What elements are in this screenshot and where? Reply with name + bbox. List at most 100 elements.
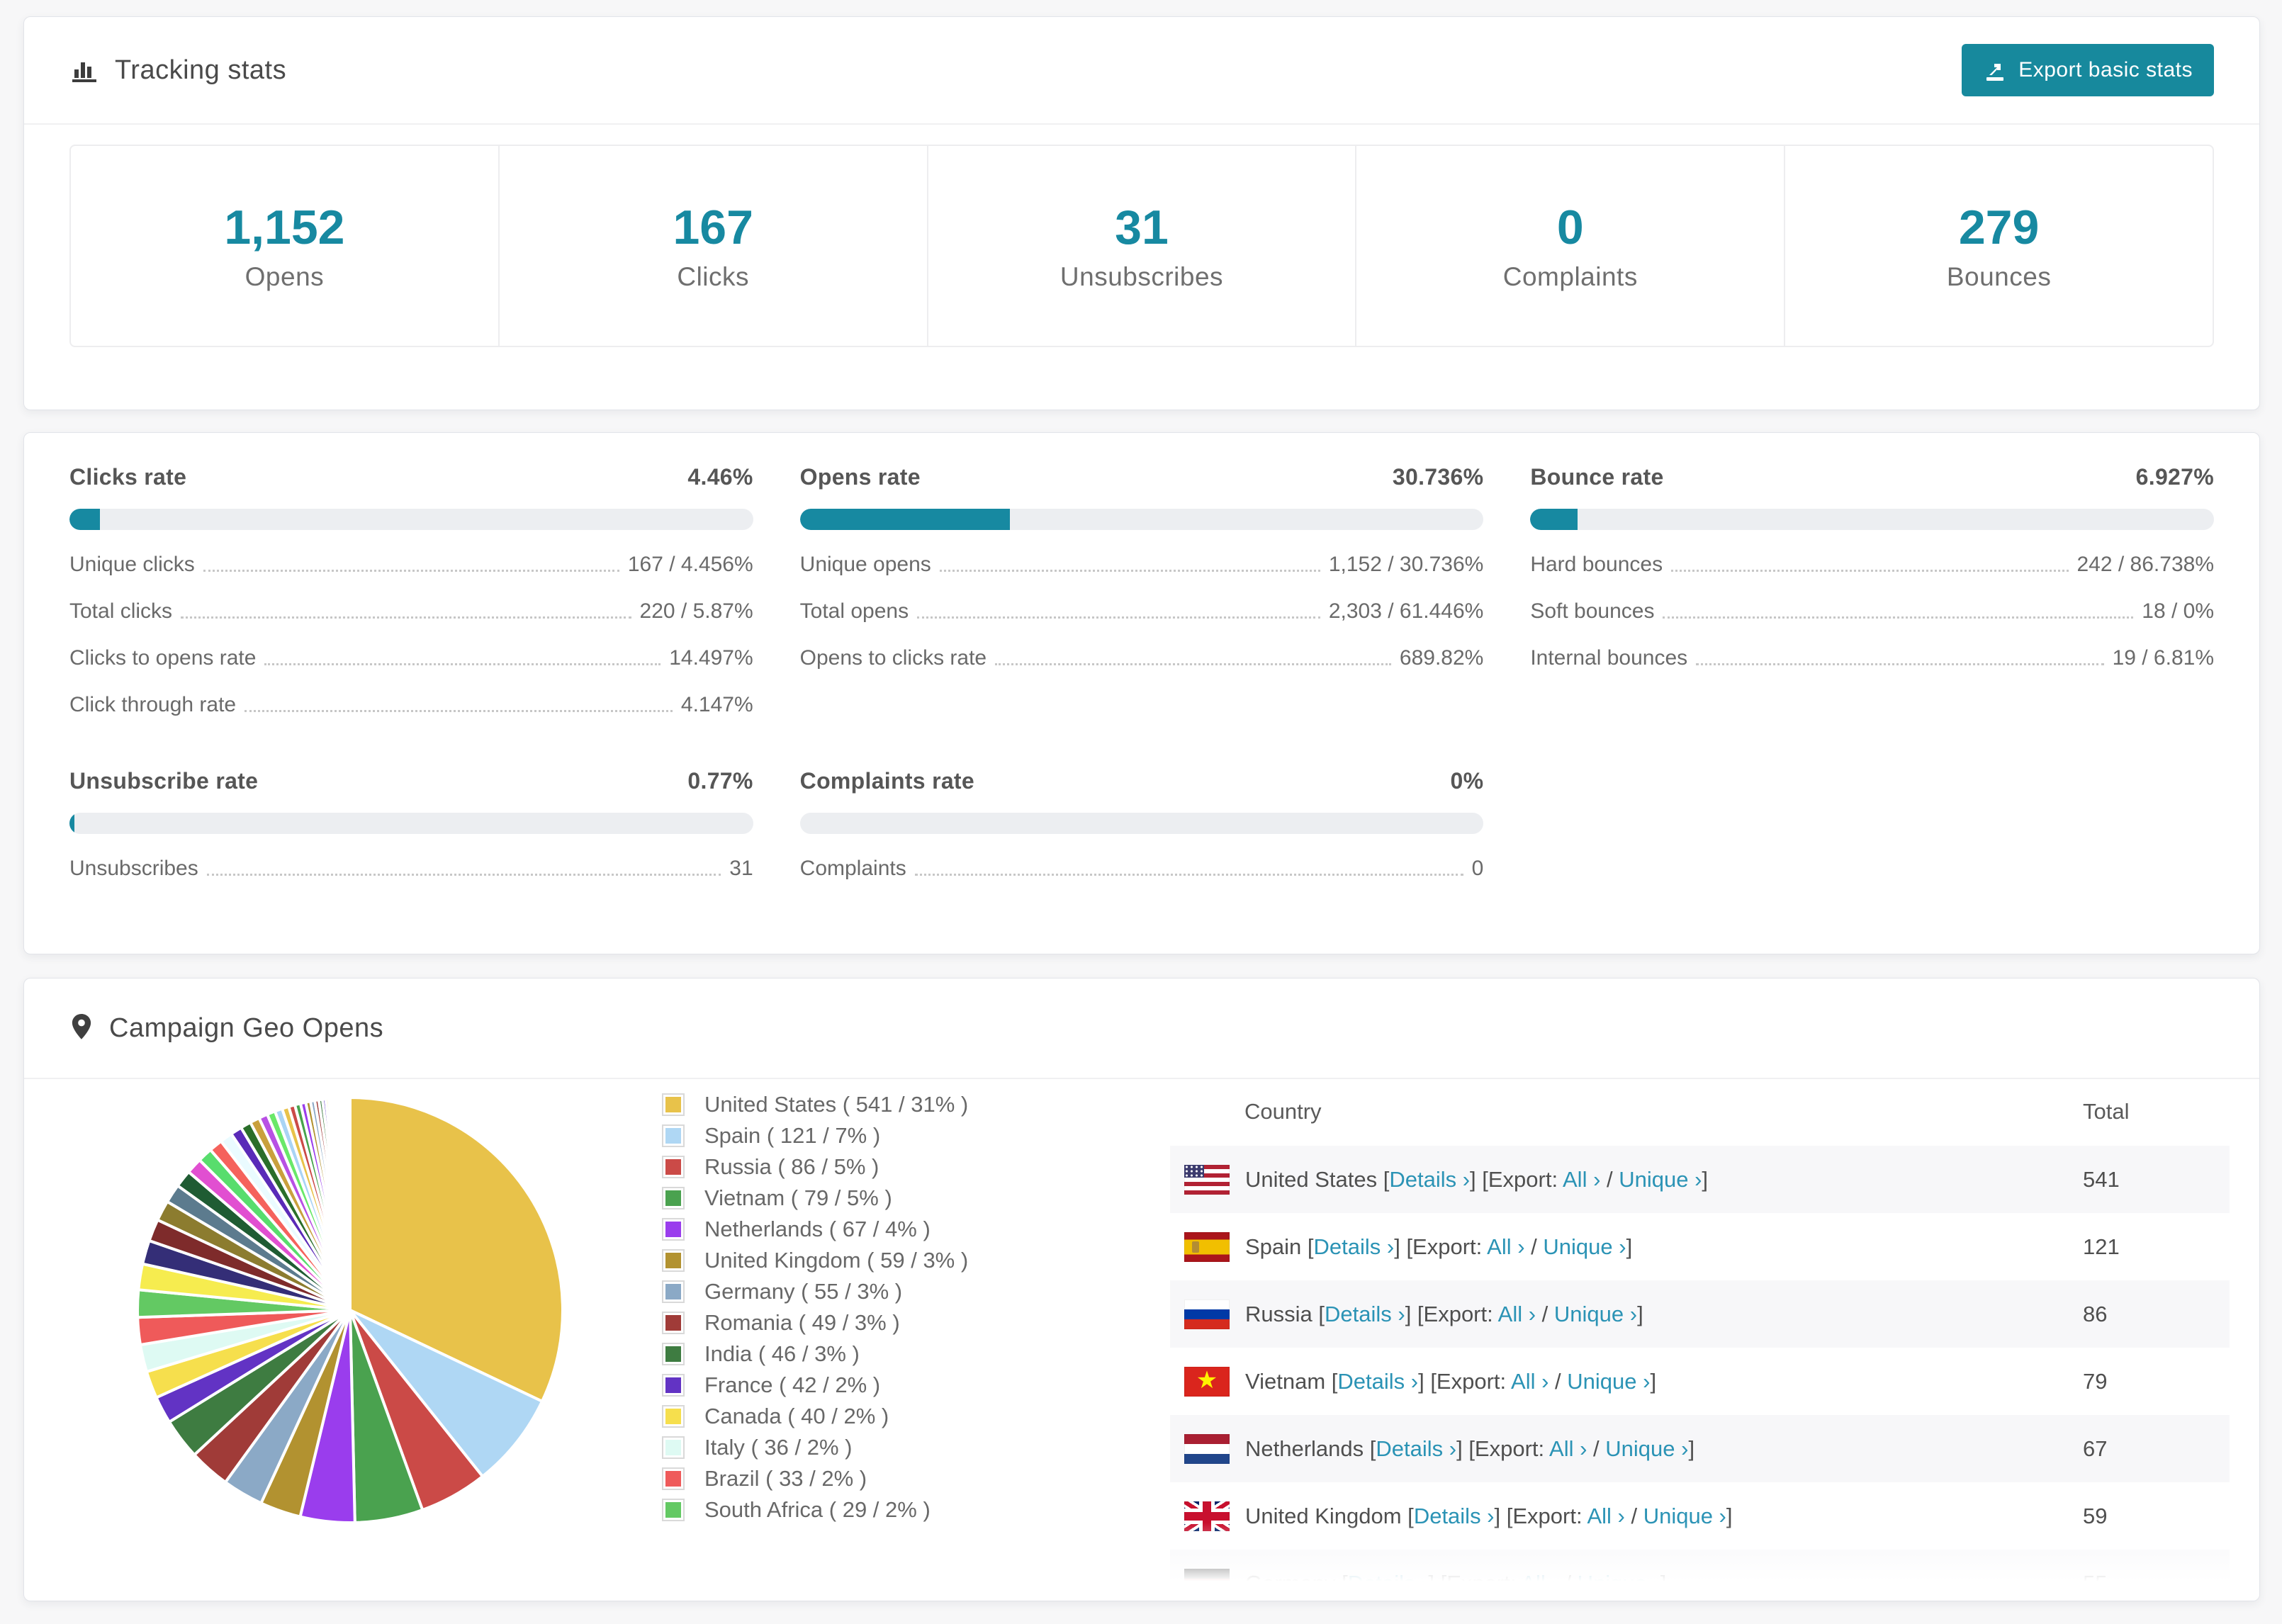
export-all-link[interactable]: All › (1549, 1436, 1587, 1461)
export-basic-stats-button[interactable]: Export basic stats (1962, 44, 2214, 96)
rate-title: Bounce rate (1530, 464, 1664, 490)
export-all-link[interactable]: All › (1511, 1369, 1548, 1394)
geo-title: Campaign Geo Opens (109, 1013, 384, 1043)
legend-label: Netherlands ( 67 / 4% ) (704, 1217, 931, 1241)
flag-russia-icon (1184, 1299, 1230, 1329)
rate-row-complaints: Complaints 0 (800, 854, 1484, 881)
details-link[interactable]: Details › (1389, 1167, 1470, 1192)
rate-row-label: Hard bounces (1530, 553, 1663, 576)
stat-label: Bounces (1946, 262, 2052, 291)
legend-item-south-africa: South Africa ( 29 / 2% ) (662, 1494, 968, 1526)
rate-row-opens-to-clicks-rate: Opens to clicks rate 689.82% (800, 643, 1484, 670)
rate-row-value: 2,303 / 61.446% (1328, 599, 1484, 623)
legend-swatch-icon (662, 1280, 685, 1303)
details-link[interactable]: Details › (1414, 1504, 1495, 1528)
legend-swatch-icon (662, 1467, 685, 1490)
rate-row-value: 18 / 0% (2142, 599, 2214, 623)
legend-swatch-icon (662, 1405, 685, 1428)
legend-item-germany: Germany ( 55 / 3% ) (662, 1276, 968, 1307)
rate-row-value: 0 (1471, 857, 1484, 880)
rate-row-value: 14.497% (669, 646, 753, 670)
rate-block-opens-rate: Opens rate 30.736% Unique opens 1,152 / … (799, 464, 1484, 670)
pie-slice[interactable] (348, 1095, 352, 1312)
stat-value: 0 (1556, 201, 1584, 254)
stat-value: 279 (1958, 201, 2040, 254)
export-unique-link[interactable]: Unique › (1619, 1167, 1702, 1192)
stat-value: 1,152 (224, 201, 345, 254)
rate-title: Opens rate (799, 464, 921, 490)
legend-swatch-icon (662, 1249, 685, 1272)
geo-row-germany: Germany [Details ›] [Export: All › / Uni… (1170, 1550, 2230, 1601)
dotted-leader (264, 663, 661, 665)
details-link[interactable]: Details › (1348, 1571, 1429, 1596)
progress-bar-track (799, 813, 1484, 834)
legend-item-russia: Russia ( 86 / 5% ) (662, 1151, 968, 1183)
export-unique-link[interactable]: Unique › (1643, 1504, 1726, 1528)
rates-grid: Clicks rate 4.46% Unique clicks 167 / 4.… (24, 433, 2259, 881)
progress-bar-fill (1530, 509, 1578, 530)
rate-row-value: 1,152 / 30.736% (1328, 553, 1484, 576)
legend-label: Spain ( 121 / 7% ) (704, 1123, 881, 1148)
flag-germany-icon (1184, 1568, 1230, 1598)
dotted-leader (1696, 663, 2104, 665)
geo-pie-chart (135, 1095, 564, 1524)
legend-item-romania: Romania ( 49 / 3% ) (662, 1307, 968, 1338)
export-unique-link[interactable]: Unique › (1543, 1234, 1626, 1259)
rate-row-unique-opens: Unique opens 1,152 / 30.736% (800, 550, 1484, 577)
rate-row-label: Internal bounces (1530, 646, 1688, 670)
rate-title-row: Unsubscribe rate 0.77% (69, 768, 753, 794)
country-column-header: Country (1244, 1099, 1322, 1124)
legend-item-united-states: United States ( 541 / 31% ) (662, 1089, 968, 1120)
export-all-link[interactable]: All › (1487, 1234, 1524, 1259)
legend-label: Russia ( 86 / 5% ) (704, 1154, 879, 1179)
dotted-leader (1671, 570, 2069, 572)
legend-swatch-icon (662, 1374, 685, 1397)
total-cell: 121 (2083, 1234, 2120, 1259)
bar-chart-icon (69, 55, 99, 85)
details-link[interactable]: Details › (1325, 1302, 1405, 1326)
geo-row-russia: Russia [Details ›] [Export: All › / Uniq… (1170, 1280, 2230, 1348)
export-all-link[interactable]: All › (1563, 1167, 1600, 1192)
stat-value: 167 (673, 201, 753, 254)
total-cell: 79 (2083, 1368, 2108, 1394)
country-cell: United Kingdom [Details ›] [Export: All … (1245, 1503, 1733, 1528)
geo-row-united-kingdom: United Kingdom [Details ›] [Export: All … (1170, 1482, 2230, 1550)
flag-netherlands-icon (1184, 1433, 1230, 1464)
legend-item-canada: Canada ( 40 / 2% ) (662, 1401, 968, 1432)
rate-row-label: Clicks to opens rate (69, 646, 257, 670)
progress-bar-fill (69, 509, 101, 530)
export-all-link[interactable]: All › (1587, 1504, 1624, 1528)
total-column-header: Total (2083, 1099, 2130, 1124)
legend-item-spain: Spain ( 121 / 7% ) (662, 1120, 968, 1151)
export-unique-link[interactable]: Unique › (1578, 1571, 1660, 1596)
legend-swatch-icon (662, 1124, 685, 1147)
rate-row-label: Total opens (799, 599, 909, 623)
total-cell: 59 (2083, 1503, 2108, 1528)
details-link[interactable]: Details › (1376, 1436, 1456, 1461)
rate-row-label: Unique clicks (69, 553, 195, 576)
export-all-link[interactable]: All › (1498, 1302, 1536, 1326)
tracking-stats-header: Tracking stats Export basic stats (24, 17, 2259, 125)
geo-row-spain: Spain [Details ›] [Export: All › / Uniqu… (1170, 1213, 2230, 1280)
rate-title: Unsubscribe rate (69, 768, 259, 794)
export-unique-link[interactable]: Unique › (1567, 1369, 1650, 1394)
rate-row-total-opens: Total opens 2,303 / 61.446% (800, 597, 1484, 624)
export-unique-link[interactable]: Unique › (1554, 1302, 1637, 1326)
export-unique-link[interactable]: Unique › (1605, 1436, 1688, 1461)
rate-row-value: 4.147% (680, 693, 753, 716)
details-link[interactable]: Details › (1337, 1369, 1418, 1394)
flag-united-states-icon (1184, 1164, 1230, 1195)
dotted-leader (995, 663, 1391, 665)
legend-item-brazil: Brazil ( 33 / 2% ) (662, 1463, 968, 1494)
stat-label: Clicks (677, 262, 750, 291)
rate-value: 0.77% (687, 768, 753, 794)
pie-legend: United States ( 541 / 31% ) Spain ( 121 … (662, 1089, 968, 1526)
dotted-leader (917, 616, 1320, 619)
rate-row-value: 689.82% (1399, 646, 1484, 670)
legend-swatch-icon (662, 1187, 685, 1209)
details-link[interactable]: Details › (1314, 1234, 1395, 1259)
campaign-geo-opens-card: Campaign Geo Opens United States ( 541 /… (23, 978, 2260, 1601)
stat-label: Complaints (1502, 262, 1638, 291)
export-all-link[interactable]: All › (1521, 1571, 1558, 1596)
stat-card-bounces: 279 Bounces (1785, 146, 2213, 346)
